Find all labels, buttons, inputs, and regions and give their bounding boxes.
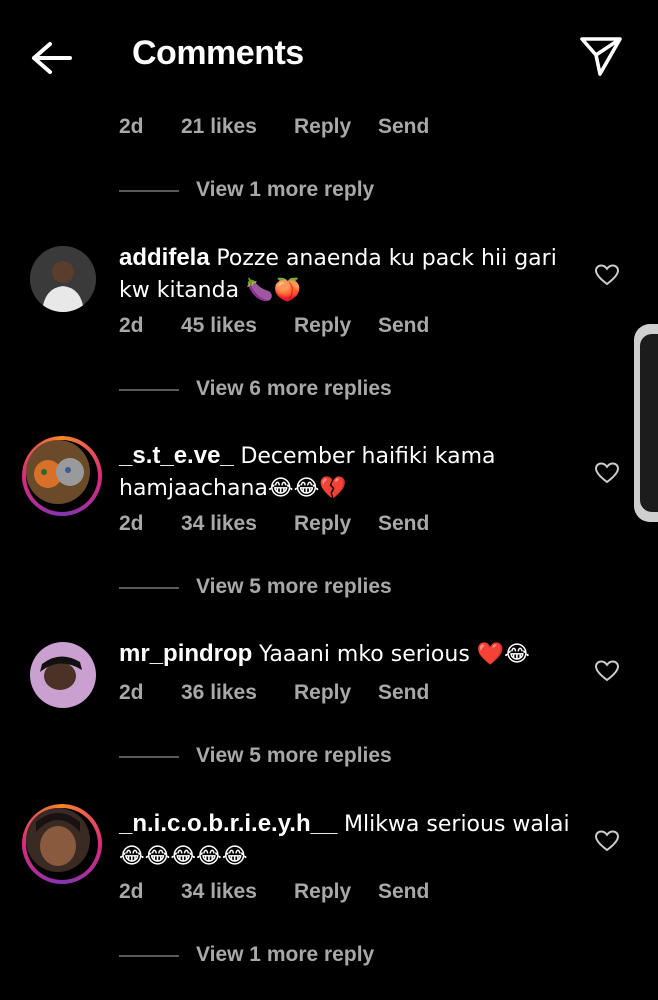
view-more-label[interactable]: View 1 more reply: [196, 178, 374, 202]
comment-time: 2d: [119, 115, 144, 138]
comment-text: _s.t_e.ve_ December haifiki kama hamjaac…: [119, 440, 579, 504]
reply-button[interactable]: Reply: [294, 512, 351, 536]
comment-text: _n.i.c.o.b.r.i.e.y.h__ Mlikwa serious wa…: [119, 808, 579, 872]
avatar[interactable]: [22, 804, 102, 884]
avatar[interactable]: [22, 436, 102, 516]
heart-icon[interactable]: [595, 660, 619, 682]
arrow-left-icon[interactable]: [28, 38, 74, 78]
avatar-photo-icon: [26, 808, 90, 872]
comment-likes[interactable]: 34 likes: [181, 512, 257, 536]
divider-line: [119, 587, 179, 589]
comment-time: 2d: [119, 314, 144, 337]
comment-body: Yaaani mko serious ❤️😂: [259, 642, 530, 667]
scroll-handle[interactable]: [634, 324, 658, 522]
avatar-photo: [26, 440, 90, 504]
comment-username[interactable]: addifela: [119, 244, 210, 271]
divider-line: [119, 955, 179, 957]
comment-likes[interactable]: 21 likes: [181, 115, 257, 139]
avatar[interactable]: [30, 246, 96, 312]
view-more-label[interactable]: View 1 more reply: [196, 943, 374, 967]
comment-username[interactable]: _s.t_e.ve_: [119, 442, 234, 469]
comment-time: 2d: [119, 512, 144, 535]
scroll-handle-inner: [640, 334, 658, 512]
avatar-photo-icon: [30, 246, 96, 312]
reply-button[interactable]: Reply: [294, 314, 351, 338]
comment-time: 2d: [119, 880, 144, 903]
divider-line: [119, 389, 179, 391]
view-more-label[interactable]: View 6 more replies: [196, 377, 392, 401]
avatar-photo: [26, 808, 90, 872]
send-button[interactable]: Send: [378, 880, 429, 904]
send-button[interactable]: Send: [378, 115, 429, 139]
view-more-label[interactable]: View 5 more replies: [196, 575, 392, 599]
reply-button[interactable]: Reply: [294, 880, 351, 904]
comment-text: addifela Pozze anaenda ku pack hii gari …: [119, 242, 579, 306]
comment-likes[interactable]: 34 likes: [181, 880, 257, 904]
comment-time: 2d: [119, 681, 144, 704]
top-bar: Comments: [0, 0, 658, 112]
heart-icon[interactable]: [595, 462, 619, 484]
divider-line: [119, 190, 179, 192]
comment-likes[interactable]: 36 likes: [181, 681, 257, 705]
heart-icon[interactable]: [595, 830, 619, 852]
heart-icon[interactable]: [595, 264, 619, 286]
view-more-label[interactable]: View 5 more replies: [196, 744, 392, 768]
avatar-photo-icon: [30, 642, 96, 708]
avatar-photo-icon: [26, 440, 90, 504]
comment-username[interactable]: _n.i.c.o.b.r.i.e.y.h__: [119, 810, 337, 837]
comment-username[interactable]: mr_pindrop: [119, 640, 252, 667]
reply-button[interactable]: Reply: [294, 115, 351, 139]
avatar[interactable]: [30, 642, 96, 708]
send-button[interactable]: Send: [378, 681, 429, 705]
send-button[interactable]: Send: [378, 512, 429, 536]
page-title: Comments: [132, 34, 304, 72]
send-button[interactable]: Send: [378, 314, 429, 338]
reply-button[interactable]: Reply: [294, 681, 351, 705]
comment-text: mr_pindrop Yaaani mko serious ❤️😂: [119, 638, 579, 670]
paper-plane-icon[interactable]: [578, 34, 624, 78]
divider-line: [119, 756, 179, 758]
comment-likes[interactable]: 45 likes: [181, 314, 257, 338]
